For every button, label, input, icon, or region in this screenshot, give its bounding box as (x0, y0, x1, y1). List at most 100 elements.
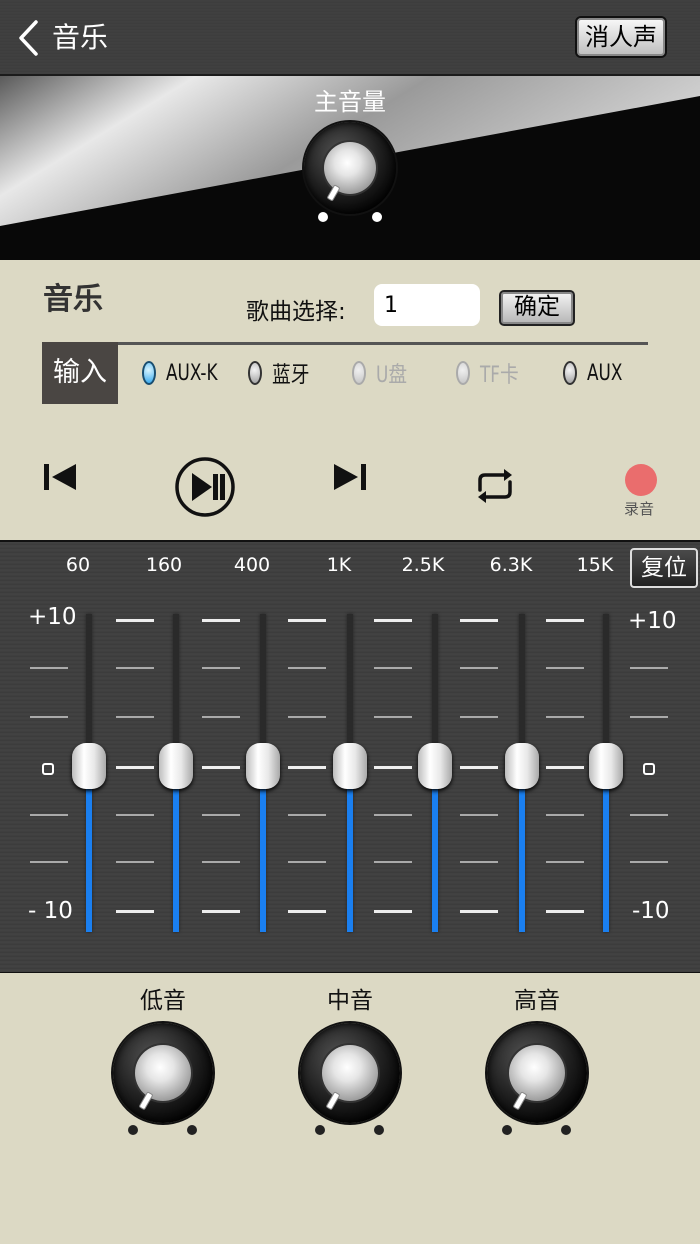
scale-tick (460, 814, 498, 816)
source-radio-bluetooth[interactable]: 蓝牙 (248, 357, 316, 389)
music-panel: 音乐 歌曲选择: 确定 输入 AUX-K 蓝牙 U盘 TF卡 AUX (0, 262, 700, 538)
song-number-input[interactable] (374, 284, 480, 326)
slider-thumb[interactable] (589, 742, 623, 789)
scale-tick (630, 716, 668, 718)
scale-max-right: +10 (628, 608, 677, 634)
slider-level-fill (603, 765, 609, 932)
equalizer-panel: 60 160 400 1K 2.5K 6.3K 15K 复位 +10 +10 -… (0, 540, 700, 975)
music-section-title: 音乐 (43, 282, 103, 317)
source-radio-aux-k[interactable]: AUX-K (142, 357, 227, 389)
scale-tick (116, 766, 154, 769)
scale-tick (202, 766, 240, 769)
divider (118, 342, 648, 345)
back-icon[interactable] (14, 18, 44, 58)
song-select-label: 歌曲选择: (246, 299, 346, 325)
slider-level-fill (432, 765, 438, 932)
scale-tick (546, 861, 584, 863)
scale-tick (116, 667, 154, 669)
radio-disabled-icon (352, 361, 366, 385)
slider-level-fill (347, 765, 353, 932)
source-label: AUX-K (166, 360, 218, 386)
bass-label: 低音 (140, 988, 186, 1014)
slider-thumb[interactable] (72, 742, 106, 789)
scale-tick (374, 667, 412, 669)
radio-icon (563, 361, 577, 385)
bass-knob[interactable] (111, 1023, 215, 1137)
slider-thumb[interactable] (246, 742, 280, 789)
scale-tick (116, 814, 154, 816)
mid-label: 中音 (327, 988, 373, 1014)
band-freq-label: 15K (576, 554, 614, 576)
scale-tick (630, 667, 668, 669)
slider-thumb[interactable] (159, 742, 193, 789)
scale-tick (460, 861, 498, 863)
scale-tick (546, 667, 584, 669)
vocal-cut-button[interactable]: 消人声 (575, 16, 667, 58)
skip-previous-icon[interactable] (40, 452, 80, 502)
slider-thumb[interactable] (333, 742, 367, 789)
scale-tick (460, 716, 498, 718)
source-label: 蓝牙 (272, 363, 310, 388)
zero-marker-right (643, 763, 655, 775)
mid-knob[interactable] (298, 1023, 402, 1137)
source-radio-aux[interactable]: AUX (563, 357, 629, 389)
scale-tick (374, 619, 412, 622)
radio-disabled-icon (456, 361, 470, 385)
scale-tick (288, 716, 326, 718)
skip-next-icon[interactable] (330, 452, 370, 502)
scale-tick (202, 667, 240, 669)
scale-min-left: - 10 (28, 898, 73, 924)
scale-tick (288, 667, 326, 669)
scale-tick (116, 716, 154, 718)
repeat-icon[interactable] (470, 466, 520, 506)
source-label: U盘 (376, 363, 408, 388)
slider-level-fill (519, 765, 525, 932)
confirm-button[interactable]: 确定 (499, 290, 575, 326)
record-icon[interactable] (623, 462, 659, 498)
band-freq-label: 400 (233, 554, 271, 576)
slider-level-fill (86, 765, 92, 932)
scale-tick (460, 619, 498, 622)
scale-tick (546, 766, 584, 769)
source-label: AUX (587, 360, 623, 386)
scale-tick (460, 667, 498, 669)
band-freq-label: 60 (65, 554, 91, 576)
master-volume-label: 主音量 (314, 88, 386, 116)
zero-marker-left (42, 763, 54, 775)
source-radio-tf-card[interactable]: TF卡 (456, 357, 525, 389)
scale-tick (288, 910, 326, 913)
scale-tick (116, 910, 154, 913)
scale-tick (116, 861, 154, 863)
master-volume-knob[interactable] (302, 122, 398, 226)
scale-tick (374, 766, 412, 769)
scale-tick (202, 910, 240, 913)
scale-tick (546, 619, 584, 622)
scale-tick (30, 716, 68, 718)
slider-level-fill (173, 765, 179, 932)
scale-tick (30, 861, 68, 863)
page-title: 音乐 (52, 21, 109, 54)
scale-tick (630, 861, 668, 863)
scale-tick (374, 910, 412, 913)
play-pause-icon[interactable] (174, 456, 236, 518)
scale-tick (460, 766, 498, 769)
treble-label: 高音 (514, 988, 560, 1014)
slider-thumb[interactable] (505, 742, 539, 789)
scale-tick (30, 814, 68, 816)
treble-knob[interactable] (485, 1023, 589, 1137)
scale-tick (630, 814, 668, 816)
input-source-tab: 输入 (42, 342, 118, 404)
master-volume-panel: 主音量 (0, 76, 700, 260)
scale-tick (374, 716, 412, 718)
reset-button[interactable]: 复位 (630, 548, 698, 588)
source-label: TF卡 (480, 363, 519, 388)
scale-tick (546, 910, 584, 913)
top-bar: 音乐 消人声 (0, 0, 700, 76)
band-freq-label: 1K (326, 554, 352, 576)
source-radio-usb[interactable]: U盘 (352, 357, 413, 389)
slider-thumb[interactable] (418, 742, 452, 789)
radio-selected-icon (142, 361, 156, 385)
scale-min-right: -10 (632, 898, 670, 924)
slider-level-fill (260, 765, 266, 932)
scale-tick (460, 910, 498, 913)
